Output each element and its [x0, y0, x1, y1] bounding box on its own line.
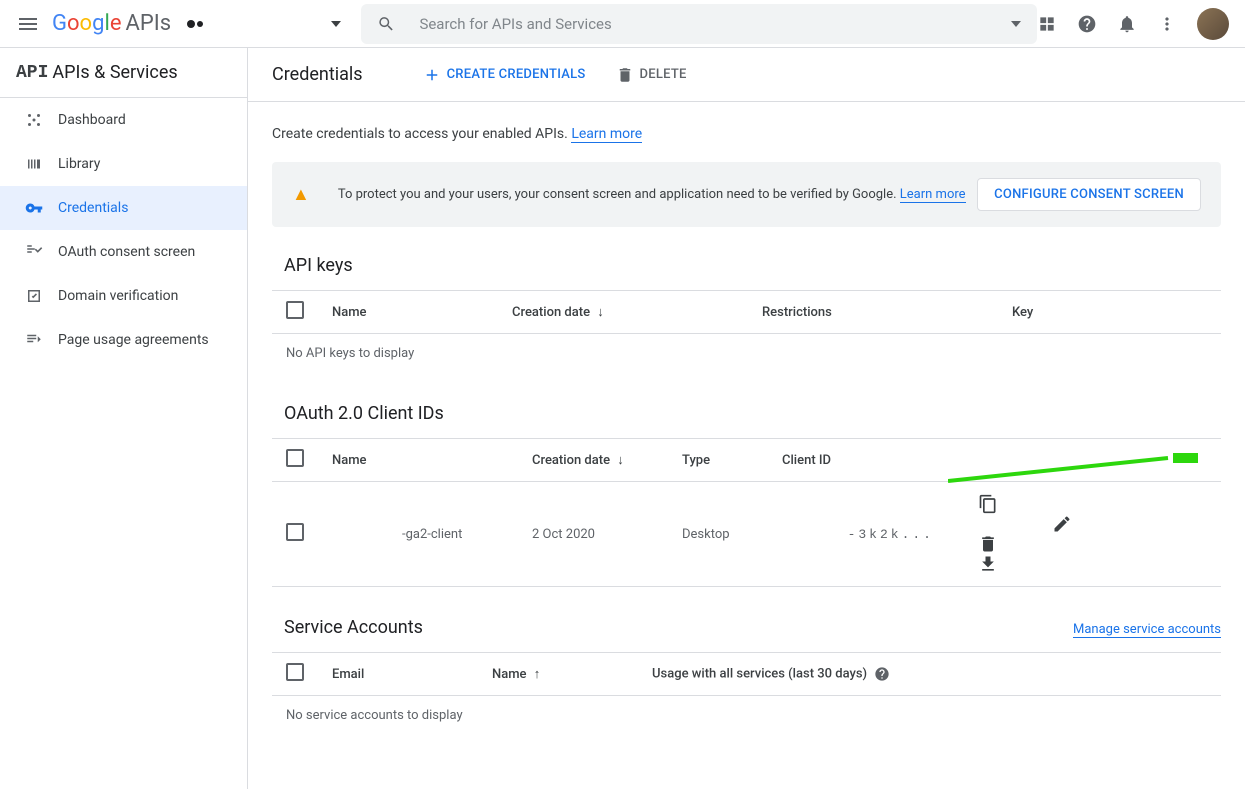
sidebar-item-label: Domain verification [58, 288, 178, 304]
warning-icon: ▲ [292, 184, 310, 205]
section-oauth: OAuth 2.0 Client IDs Name Creation date … [272, 403, 1221, 587]
col-key[interactable]: Key [998, 291, 1221, 334]
checkbox-row[interactable] [286, 523, 304, 541]
checkbox-all-oauth[interactable] [286, 449, 304, 467]
sidebar-header: API APIs & Services [0, 48, 247, 98]
sidebar-item-domain-verification[interactable]: Domain verification [0, 274, 247, 318]
search-input[interactable] [419, 15, 1011, 33]
manage-service-accounts-link[interactable]: Manage service accounts [1073, 622, 1221, 638]
empty-api-keys: No API keys to display [272, 334, 1221, 373]
cell-client-id: -3k2k... [768, 482, 948, 587]
main: Credentials CREATE CREDENTIALS DELETE Cr… [248, 48, 1245, 789]
annotation-arrow [948, 453, 1208, 483]
help-icon[interactable] [874, 666, 890, 682]
configure-consent-button[interactable]: CONFIGURE CONSENT SCREEN [977, 178, 1201, 211]
search-icon [377, 14, 395, 34]
create-credentials-button[interactable]: CREATE CREDENTIALS [423, 66, 586, 84]
bell-icon[interactable] [1117, 14, 1137, 34]
sidebar-item-label: Dashboard [58, 112, 126, 128]
domain-icon [24, 286, 44, 306]
delete-label: DELETE [640, 67, 687, 82]
sidebar-item-label: Credentials [58, 200, 128, 216]
section-api-keys: API keys Name Creation date ↓ Restrictio… [272, 255, 1221, 373]
key-icon [24, 198, 44, 218]
sidebar-item-page-usage[interactable]: Page usage agreements [0, 318, 247, 362]
col-creation[interactable]: Creation date ↓ [518, 439, 668, 482]
search-box[interactable] [361, 4, 1037, 44]
alert-learn-more-link[interactable]: Learn more [900, 187, 966, 203]
copy-icon[interactable] [978, 494, 998, 514]
empty-service-accounts: No service accounts to display [272, 696, 1221, 735]
sidebar-item-oauth-consent[interactable]: OAuth consent screen [0, 230, 247, 274]
sort-down-icon: ↓ [597, 304, 604, 320]
page-title: Credentials [272, 64, 363, 85]
sort-up-icon: ↑ [534, 666, 541, 682]
download-icon[interactable] [978, 554, 998, 574]
cell-type: Desktop [668, 482, 768, 587]
col-name[interactable]: Name ↑ [478, 653, 638, 696]
col-name[interactable]: Name [318, 291, 498, 334]
col-name[interactable]: Name [318, 439, 518, 482]
cell-name: -ga2-client [318, 482, 518, 587]
topbar: Google APIs [0, 0, 1245, 48]
sidebar-item-label: Page usage agreements [58, 332, 209, 348]
consent-icon [24, 242, 44, 262]
agreement-icon [24, 330, 44, 350]
section-title-oauth: OAuth 2.0 Client IDs [272, 403, 1221, 424]
col-client-id[interactable]: Client ID [768, 439, 948, 482]
logo[interactable]: Google APIs [52, 11, 171, 36]
col-creation[interactable]: Creation date ↓ [498, 291, 748, 334]
alert-text: To protect you and your users, your cons… [338, 187, 977, 202]
search-expand-icon[interactable] [1011, 21, 1021, 27]
delete-button[interactable]: DELETE [616, 66, 687, 84]
sidebar-title: APIs & Services [52, 62, 177, 83]
more-icon[interactable] [1157, 14, 1177, 34]
plus-icon [423, 66, 441, 84]
sidebar-item-credentials[interactable]: Credentials [0, 186, 247, 230]
logo-apis-label: APIs [125, 11, 171, 36]
trash-icon[interactable] [978, 534, 998, 554]
api-icon: API [16, 63, 48, 83]
col-type[interactable]: Type [668, 439, 768, 482]
sidebar-item-label: Library [58, 156, 100, 172]
col-usage[interactable]: Usage with all services (last 30 days) [638, 653, 1221, 696]
project-dots-icon [187, 20, 203, 28]
subtitle: Create credentials to access your enable… [272, 126, 1221, 142]
alert-box: ▲ To protect you and your users, your co… [272, 162, 1221, 227]
checkbox-all-sa[interactable] [286, 663, 304, 681]
col-restrictions[interactable]: Restrictions [748, 291, 998, 334]
project-selector[interactable] [187, 20, 341, 28]
create-label: CREATE CREDENTIALS [447, 67, 586, 82]
caret-down-icon [331, 21, 341, 27]
section-service-accounts: Service Accounts Manage service accounts… [272, 617, 1221, 735]
avatar[interactable] [1197, 8, 1229, 40]
edit-icon[interactable] [1052, 514, 1072, 534]
header-bar: Credentials CREATE CREDENTIALS DELETE [248, 48, 1245, 102]
sidebar-item-label: OAuth consent screen [58, 244, 195, 260]
section-title-service-accounts: Service Accounts [272, 617, 423, 638]
sidebar-item-library[interactable]: Library [0, 142, 247, 186]
help-icon[interactable] [1077, 14, 1097, 34]
gift-icon[interactable] [1037, 14, 1057, 34]
trash-icon [616, 66, 634, 84]
library-icon [24, 154, 44, 174]
menu-icon[interactable] [16, 12, 40, 36]
logo-google: Google [52, 11, 121, 36]
checkbox-all-api[interactable] [286, 301, 304, 319]
sidebar-item-dashboard[interactable]: Dashboard [0, 98, 247, 142]
sort-down-icon: ↓ [617, 452, 624, 468]
sidebar: API APIs & Services Dashboard Library Cr… [0, 48, 248, 789]
section-title-api-keys: API keys [272, 255, 1221, 276]
cell-creation: 2 Oct 2020 [518, 482, 668, 587]
table-row[interactable]: -ga2-client 2 Oct 2020 Desktop -3k2k... [272, 482, 1221, 587]
learn-more-link[interactable]: Learn more [571, 126, 642, 143]
dashboard-icon [24, 110, 44, 130]
col-email[interactable]: Email [318, 653, 478, 696]
